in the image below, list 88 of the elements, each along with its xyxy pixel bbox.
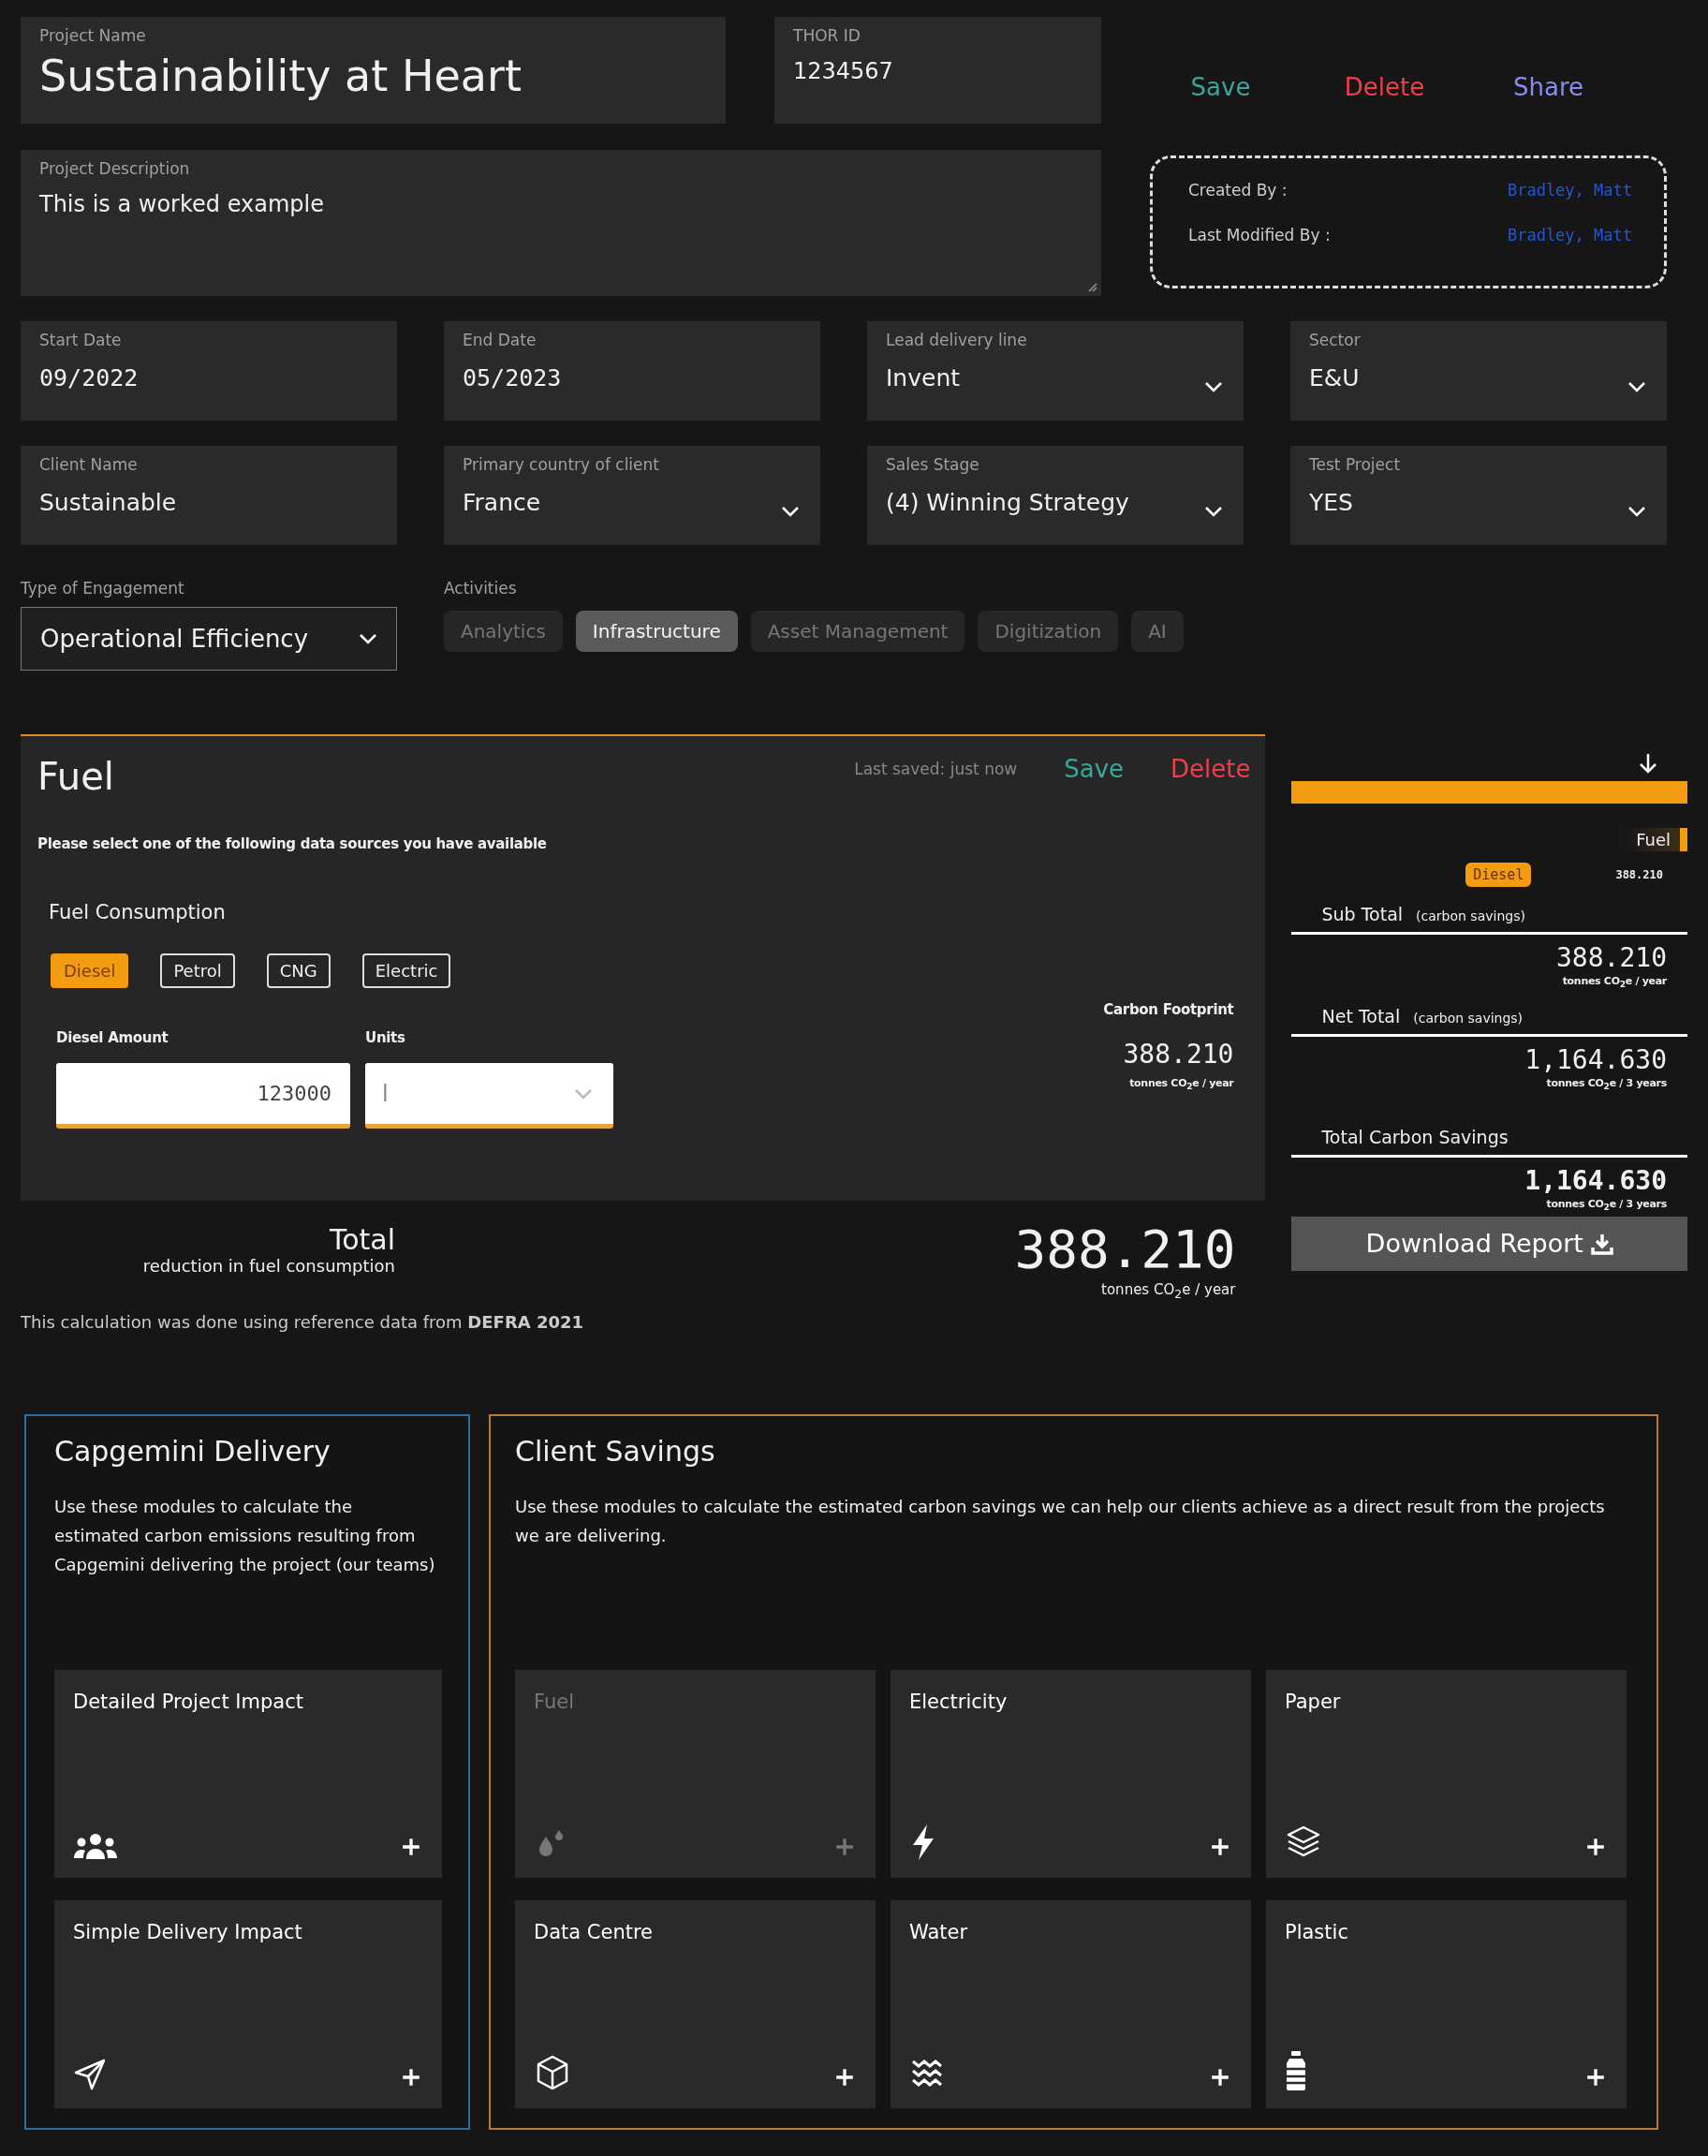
audit-label: Last Modified By : — [1188, 226, 1331, 244]
module-card[interactable]: Plastic — [1266, 1900, 1627, 2108]
thor-id-field[interactable]: THOR ID 1234567 — [774, 17, 1101, 124]
module-card[interactable]: Water — [891, 1900, 1251, 2108]
bottle-icon — [1285, 2050, 1307, 2091]
unit-text: tonnes CO$_{2}$e / 3 years — [1546, 1077, 1667, 1092]
chevron-down-icon — [1627, 506, 1646, 517]
resize-handle-icon[interactable] — [1086, 281, 1097, 292]
project-description-field[interactable]: Project Description This is a worked example — [21, 150, 1101, 296]
delete-button[interactable]: Delete — [1171, 755, 1251, 783]
chevron-down-icon — [1627, 381, 1646, 392]
arrow-down-icon[interactable] — [1639, 753, 1657, 774]
module-card[interactable]: Simple Delivery Impact — [54, 1900, 442, 2108]
module-card[interactable]: Electricity — [891, 1670, 1251, 1878]
amount-input[interactable]: 123000 — [56, 1063, 350, 1129]
dropdown-field[interactable]: Primary country of client France — [444, 446, 820, 545]
panel-title: Client Savings — [515, 1435, 716, 1468]
save-button[interactable]: Save — [1139, 73, 1303, 101]
share-button[interactable]: Share — [1466, 73, 1630, 101]
engagement-label: Type of Engagement — [21, 579, 185, 598]
total-label: Total Carbon Savings — [1321, 1127, 1509, 1148]
panel-title: Fuel — [37, 755, 114, 798]
panel-title: Capgemini Delivery — [54, 1435, 331, 1468]
dropdown-field[interactable]: Sales Stage (4) Winning Strategy — [867, 446, 1244, 545]
module-title: Fuel — [534, 1691, 575, 1713]
section-label: Fuel Consumption — [49, 901, 227, 923]
chevron-down-icon — [359, 633, 377, 644]
chevron-down-icon — [1204, 381, 1223, 392]
total-note: (carbon savings) — [1413, 1011, 1524, 1026]
module-card[interactable]: Paper — [1266, 1670, 1627, 1878]
input-field[interactable]: Client Name Sustainable — [21, 446, 397, 545]
module-title: Simple Delivery Impact — [73, 1921, 303, 1943]
unit-text: tonnes CO$_{2}$e / year — [1101, 1281, 1236, 1301]
input-field[interactable]: Start Date 09/2022 — [21, 321, 397, 421]
download-report-button[interactable]: Download Report — [1291, 1216, 1687, 1271]
panel-description: Use these modules to calculate the estimated carbon savings we can help our clients achieve as a direct result from the projects we are delivering. — [515, 1496, 1606, 1547]
module-card[interactable]: Data Centre — [515, 1900, 876, 2108]
last-saved-text: Last saved: just now — [854, 760, 1018, 778]
source-note: This calculation was done using reference data from DEFRA 2021 — [21, 1312, 585, 1332]
dropdown-field[interactable]: Sector E&U — [1290, 321, 1667, 421]
delete-button[interactable]: Delete — [1303, 73, 1466, 101]
total-title: Total — [329, 1223, 395, 1256]
item-value: 388.210 — [1615, 868, 1663, 881]
chevron-down-icon — [574, 1087, 593, 1100]
fuel-type-option[interactable]: CNG — [266, 953, 331, 988]
module-title: Electricity — [909, 1691, 1009, 1713]
total-value: 388.210 — [1014, 1223, 1236, 1276]
module-title: Plastic — [1285, 1921, 1349, 1943]
total-subtitle: reduction in fuel consumption — [142, 1256, 395, 1276]
panel-description: Use these modules to calculate the estimated carbon emissions resulting from Capgemini delivering the project (our teams) — [54, 1496, 436, 1576]
total-label: Sub Total — [1321, 904, 1404, 924]
footprint-label: Carbon Footprint — [1103, 1001, 1234, 1018]
total-value: 1,164.630 — [1524, 1165, 1667, 1197]
download-icon — [1590, 1232, 1613, 1255]
unit-text: tonnes CO$_{2}$e / 3 years — [1546, 1198, 1667, 1213]
unit-text: tonnes CO$_{2}$e / year — [1129, 1077, 1234, 1092]
total-value: 1,164.630 — [1524, 1044, 1667, 1076]
dropdown-field[interactable]: Test Project YES — [1290, 446, 1667, 545]
engagement-dropdown[interactable]: Operational Efficiency — [21, 607, 397, 671]
module-title: Data Centre — [534, 1921, 655, 1943]
total-note: (carbon savings) — [1416, 908, 1525, 923]
dropdown-field[interactable]: Lead delivery line Invent — [867, 321, 1244, 421]
unit-text: tonnes CO$_{2}$e / year — [1562, 975, 1667, 990]
amount-label: Diesel Amount — [56, 1029, 169, 1046]
project-name-field[interactable]: Project Name Sustainability at Heart — [21, 17, 726, 124]
audit-label: Created By : — [1188, 181, 1288, 199]
people-icon — [73, 1833, 118, 1861]
input-field[interactable]: End Date 05/2023 — [444, 321, 820, 421]
footprint-value: 388.210 — [1123, 1039, 1234, 1070]
save-button[interactable]: Save — [1064, 755, 1125, 783]
module-card[interactable]: Detailed Project Impact — [54, 1670, 442, 1878]
units-label: Units — [365, 1029, 406, 1046]
units-dropdown[interactable]: l — [365, 1063, 613, 1129]
chevron-down-icon — [1204, 506, 1223, 517]
fuel-type-option[interactable]: Petrol — [160, 953, 235, 988]
total-label: Net Total — [1321, 1006, 1401, 1027]
activities-label: Activities — [444, 579, 518, 598]
total-value: 388.210 — [1556, 942, 1667, 973]
module-title: Water — [909, 1921, 969, 1943]
instruction-text: Please select one of the following data sources you have available — [37, 835, 548, 852]
chevron-down-icon — [781, 506, 800, 517]
fuel-type-option[interactable]: Diesel — [51, 953, 129, 988]
paper-plane-icon — [73, 2058, 107, 2091]
activity-chip[interactable]: Infrastructure — [575, 611, 738, 652]
fuel-type-option[interactable]: Electric — [361, 953, 451, 988]
module-title: Paper — [1285, 1691, 1342, 1713]
fuel-type-tag: Diesel — [1465, 863, 1532, 887]
module-title: Detailed Project Impact — [73, 1691, 304, 1713]
